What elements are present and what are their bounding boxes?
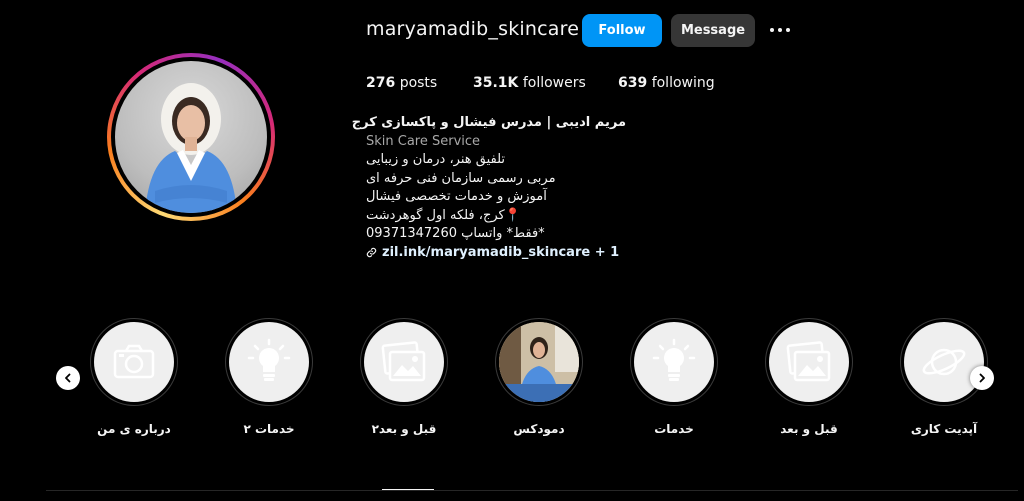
bio-line: تلفیق هنر، درمان و زیبایی — [366, 152, 505, 167]
highlight-ring — [630, 318, 718, 406]
posts-label: posts — [399, 75, 438, 91]
avatar-gap — [111, 57, 271, 217]
bio-full-name: مریم ادیبی | مدرس فیشال و پاکسازی کرج — [351, 115, 626, 130]
active-tab-indicator — [382, 489, 434, 490]
highlight-item[interactable]: خدمات ۲ — [219, 318, 319, 436]
highlight-label: خدمات ۲ — [243, 422, 295, 436]
profile-username: maryamadib_skincare — [366, 18, 580, 40]
posts-count: 276 — [366, 75, 396, 91]
highlight-item[interactable]: قبل و بعد۲ — [354, 318, 454, 436]
profile-avatar-ring[interactable] — [107, 53, 275, 221]
highlight-item[interactable]: درباره ی من — [84, 318, 184, 436]
link-icon — [366, 248, 377, 258]
highlight-item[interactable]: خدمات — [624, 318, 724, 436]
avatar-portrait — [145, 83, 237, 213]
chevron-left-icon — [65, 373, 71, 383]
profile-avatar[interactable] — [115, 61, 267, 213]
highlight-item[interactable]: دمودکس — [489, 318, 589, 436]
followers-stat[interactable]: 35.1K followers — [473, 75, 586, 91]
bio-link[interactable]: zil.ink/maryamadib_skincare + 1 — [366, 244, 626, 263]
following-stat[interactable]: 639 following — [618, 75, 715, 91]
image-gallery-icon — [786, 341, 831, 382]
bio-line: مربی رسمی سازمان فنی حرفه ای — [366, 170, 556, 186]
highlight-photo-thumbnail — [499, 322, 579, 402]
followers-label: followers — [522, 75, 586, 91]
highlight-cover — [94, 322, 174, 402]
highlight-ring — [225, 318, 313, 406]
highlight-label: آپدیت کاری — [910, 422, 978, 436]
bio-link-text: zil.ink/maryamadib_skincare + 1 — [382, 244, 620, 260]
profile-bio: مریم ادیبی | مدرس فیشال و پاکسازی کرج Sk… — [351, 114, 626, 263]
highlight-item[interactable]: قبل و بعد — [759, 318, 859, 436]
highlight-cover — [499, 322, 579, 402]
highlights-next-button[interactable] — [970, 366, 994, 390]
highlight-ring — [90, 318, 178, 406]
follow-button[interactable]: Follow — [582, 14, 662, 47]
more-options-icon[interactable] — [769, 25, 791, 35]
bio-line: آموزش و خدمات تخصصی فیشال — [366, 189, 547, 204]
lightbulb-icon — [247, 338, 291, 381]
highlight-label: درباره ی من — [97, 422, 171, 436]
highlight-cover — [229, 322, 309, 402]
highlight-ring — [495, 318, 583, 406]
highlight-cover — [904, 322, 984, 402]
story-highlights: درباره ی من خدمات ۲ قبل و بعد۲ دمودکس خد… — [0, 318, 1024, 438]
highlight-cover — [769, 322, 849, 402]
posts-stat: 276 posts — [366, 75, 437, 91]
bio-category: Skin Care Service — [366, 133, 481, 149]
following-count: 639 — [618, 75, 648, 91]
message-button[interactable]: Message — [671, 14, 755, 47]
highlight-label: قبل و بعد۲ — [371, 422, 437, 436]
highlight-label: قبل و بعد — [780, 422, 838, 436]
chevron-right-icon — [979, 373, 985, 383]
tabs-divider — [46, 490, 1018, 491]
following-label: following — [651, 75, 715, 91]
highlights-prev-button[interactable] — [56, 366, 80, 390]
bio-line: 📍کرج، فلکه اول گوهردشت — [366, 207, 521, 223]
highlight-cover — [634, 322, 714, 402]
planet-icon — [922, 348, 966, 376]
image-gallery-icon — [381, 341, 426, 382]
highlight-ring — [360, 318, 448, 406]
camera-icon — [113, 344, 155, 379]
followers-count: 35.1K — [473, 75, 519, 91]
highlight-label: دمودکس — [513, 422, 565, 436]
highlight-ring — [765, 318, 853, 406]
highlight-label: خدمات — [654, 422, 694, 436]
bio-line: *فقط* واتساپ 09371347260 — [366, 226, 545, 241]
highlight-ring — [900, 318, 988, 406]
highlight-cover — [364, 322, 444, 402]
lightbulb-icon — [652, 338, 696, 381]
